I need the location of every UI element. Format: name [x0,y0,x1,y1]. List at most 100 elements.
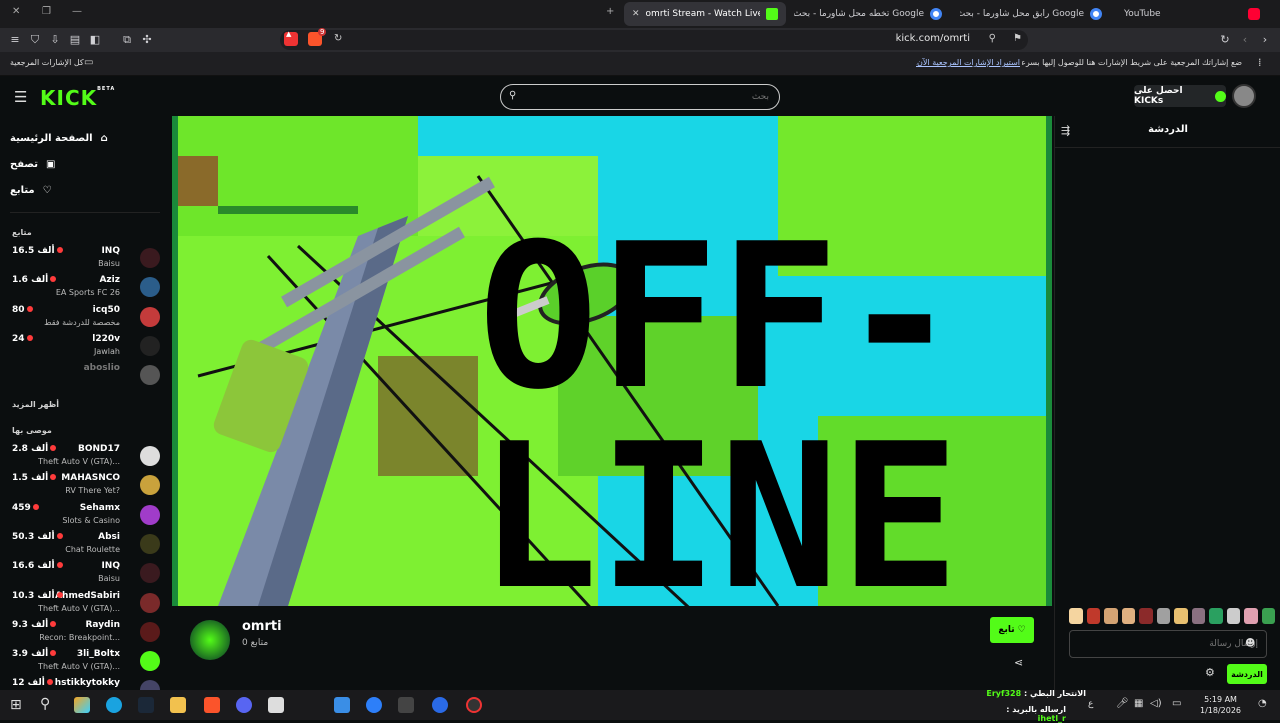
viewer-count: 459 [12,503,41,513]
chat-settings-icon[interactable]: ⚙ [1205,666,1215,679]
nav-browse[interactable]: ▣ تصفح [10,154,160,174]
search-input[interactable] [500,84,780,110]
sidebar-channel[interactable]: hstikkytokky 12 ألف [10,678,160,690]
steam-icon[interactable] [138,697,154,713]
edge-icon[interactable] [106,697,122,713]
obs-icon[interactable] [466,697,482,713]
extensions-icon[interactable]: ✣ [140,33,154,47]
get-kicks-button[interactable]: احصل على KICKs [1134,85,1226,107]
tab-google-1[interactable]: تخطه محل شاورما - بحث Google [794,2,950,26]
notifications-icon[interactable]: ◔ [1258,698,1267,709]
emote-icon[interactable] [1069,608,1083,624]
tab-kick[interactable]: ✕ omrti Stream - Watch Live on Kick [624,2,786,26]
minimize-window-icon[interactable]: — [72,6,82,17]
follow-button[interactable]: تابع ♡ [990,617,1034,643]
share-icon[interactable]: ⋖ [1014,656,1023,669]
site-settings-icon[interactable]: ⚲ [989,33,996,44]
sidebar-channel[interactable]: AhmedSabiri Theft Auto V (GTA)... 10.3 ألف [10,591,160,619]
microphone-icon[interactable]: 🎤︎ [1116,698,1129,709]
sidebar-channel[interactable]: Sehamx Slots & Casino 459 [10,503,160,531]
refresh-icon[interactable]: ↻ [1218,33,1232,47]
app-icon[interactable] [398,697,414,713]
sidebar-channel[interactable]: BOND17 Theft Auto V (GTA)... 2.8 ألف [10,444,160,472]
network-icon[interactable]: ▦ [1134,698,1143,709]
show-more-link[interactable]: أظهر المزيد [12,400,59,409]
system-clock[interactable]: 5:19 AM 1/18/2026 [1200,694,1241,716]
battery-icon[interactable]: ▭ [1172,698,1181,709]
copilot-icon[interactable] [74,697,90,713]
nav-home[interactable]: ⌂ الصفحة الرئيسية [10,128,160,148]
app-icon[interactable] [432,697,448,713]
app-icon[interactable] [334,697,350,713]
channel-name: INQ [101,246,120,256]
new-tab-button[interactable]: + [606,6,614,17]
bookmark-icon[interactable]: ⚑ [1013,33,1022,44]
bookmarks-hint: ضع إشاراتك المرجعية على شريط الإشارات هن… [1022,58,1242,67]
nav-following[interactable]: ♡ متابع [10,180,160,200]
sidebar-channel[interactable]: icq50 مخصصة للدردشة فقط 80 [10,305,160,333]
viewer-count: 1.5 ألف [12,473,58,483]
emote-icon[interactable] [1121,608,1135,624]
viewer-count-text: 9.3 ألف [12,619,49,630]
restore-window-icon[interactable]: ❐ [42,6,51,17]
channel-avatar[interactable] [190,620,230,660]
hamburger-menu-icon[interactable]: ☰ [14,88,27,106]
emote-icon[interactable] [1209,608,1223,624]
emote-icon[interactable] [1156,608,1170,624]
bookmarks-overflow-icon[interactable]: ⁞ [1258,56,1262,69]
volume-icon[interactable]: ◁) [1150,698,1162,709]
back-icon[interactable]: › [1258,33,1272,47]
history-icon[interactable]: ▤ [68,33,82,47]
import-bookmarks-link[interactable]: استيراد الإشارات المرجعية الآن... [916,58,1020,67]
ticker-user: ihetl_r [1037,714,1066,723]
app-icon[interactable] [366,697,382,713]
shield-icon[interactable]: ⛉ [28,33,42,47]
discord-icon[interactable] [236,697,252,713]
file-explorer-icon[interactable] [170,697,186,713]
windows-start-icon[interactable]: ⊞ [10,697,22,713]
emote-icon[interactable] [1104,608,1118,624]
tab-google-2[interactable]: رابق محل شاورما - بحث Google [960,2,1110,26]
close-window-icon[interactable]: ✕ [12,6,20,17]
sidebar-icon[interactable]: ◧ [88,33,102,47]
sidebar-channel[interactable]: 3li_Boltx Theft Auto V (GTA)... 3.9 ألف [10,649,160,677]
screenshot-icon[interactable]: ⧉ [120,33,134,47]
menu-icon[interactable]: ≡ [8,33,22,47]
brave-icon[interactable] [204,697,220,713]
sidebar-channel[interactable]: aboslio [10,363,160,391]
sidebar-channel[interactable]: Absi Chat Roulette 50.3 ألف [10,532,160,560]
user-avatar[interactable] [1232,84,1256,108]
search-icon[interactable]: ⚲ [40,696,50,712]
send-chat-button[interactable]: الدردشة [1227,664,1267,684]
reload-icon[interactable]: ↻ [334,33,342,44]
tab-youtube[interactable]: YouTube [1116,2,1268,26]
sidebar-channel[interactable]: Raydin Recon: Breakpoint... 9.3 ألف [10,620,160,648]
forward-icon[interactable]: ‹ [1238,33,1252,47]
emote-icon[interactable] [1139,608,1153,624]
all-bookmarks-link[interactable]: كل الإشارات المرجعية [10,58,84,67]
emote-icon[interactable] [1244,608,1258,624]
close-tab-icon[interactable]: ✕ [632,9,640,19]
emoji-picker-icon[interactable]: ☻ [1245,638,1255,649]
emote-icon[interactable] [1174,608,1188,624]
emote-icon[interactable] [1226,608,1240,624]
sidebar-channel[interactable]: INQ Baisu 16.6 ألف [10,561,160,589]
sidebar-channel[interactable]: MAHASNCO RV There Yet? 1.5 ألف [10,473,160,501]
sidebar-channel[interactable]: l220v Jawlah 24 [10,334,160,362]
sidebar-channel[interactable]: Aziz EA Sports FC 26 1.6 ألف [10,275,160,303]
language-indicator[interactable]: ع [1088,699,1093,709]
channel-name[interactable]: omrti [242,619,282,634]
home-icon: ⌂ [100,132,108,144]
emote-icon[interactable] [1086,608,1100,624]
store-icon[interactable] [268,697,284,713]
emote-icon[interactable] [1191,608,1205,624]
sidebar-channel[interactable]: INQ Baisu 16.5 ألف [10,246,160,274]
video-player[interactable]: OFF- LINE [172,116,1052,606]
emote-icon[interactable] [1261,608,1275,624]
chat-message-input[interactable] [1069,630,1267,658]
url-text[interactable]: kick.com/omrti [896,33,970,44]
downloads-icon[interactable]: ⇩ [48,33,62,47]
chat-header: ⇶ الدردشة [1055,116,1280,148]
address-bar[interactable]: ▲ 9 ↻ kick.com/omrti ⚲ ⚑ [280,28,1028,50]
kick-logo[interactable]: KICKBETA [40,86,115,110]
